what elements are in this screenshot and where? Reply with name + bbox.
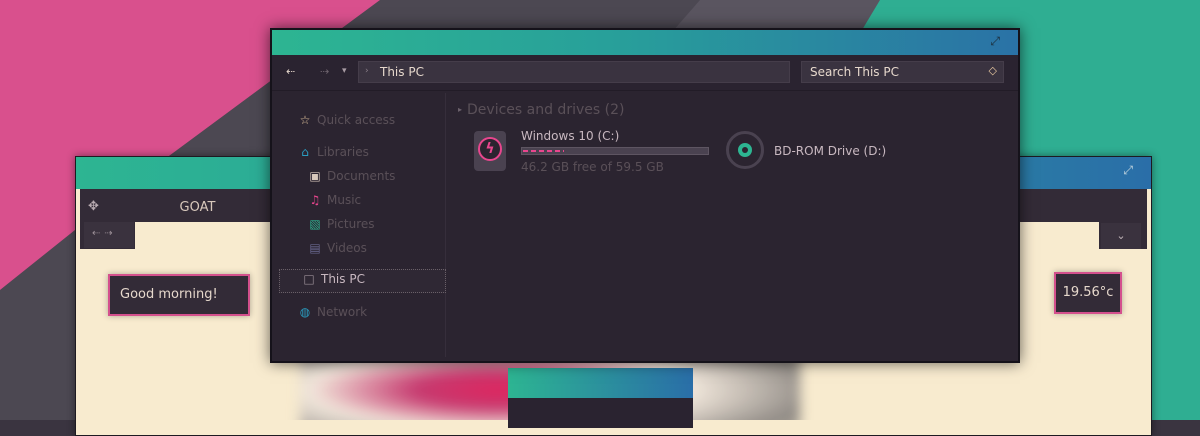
search-icon[interactable]: ◇ [989,64,997,77]
sidebar-item-label: Network [317,305,368,319]
sidebar-item-label: Music [327,193,362,207]
sidebar-item-this-pc[interactable]: □ This PC [279,269,446,293]
maximize-icon[interactable]: ⤢ [1123,163,1133,178]
music-icon: ♫ [309,193,321,207]
sidebar-item-label: Quick access [317,113,396,127]
chevron-down-icon[interactable]: ⌄ [1101,223,1141,249]
hard-drive-icon: ϟ [474,131,506,171]
address-bar[interactable]: › This PC [358,61,790,83]
search-input[interactable]: Search This PC ◇ [801,61,1004,83]
nav-buttons[interactable]: ⇠⇢ [84,222,134,248]
navigation-pane: ☆ Quick access ⌂ Libraries ▣ Documents ♫… [276,93,446,357]
sidebar-item-music[interactable]: ♫ Music [308,191,438,213]
disc-center [738,143,752,157]
title-bar[interactable] [508,368,693,398]
lightning-icon: ϟ [478,137,502,161]
maximize-icon[interactable]: ⤢ [990,34,1000,49]
document-icon: ▣ [309,169,321,183]
drive-item-c[interactable]: ϟ Windows 10 (C:) 46.2 GB free of 59.5 G… [474,129,714,177]
sidebar-item-pictures[interactable]: ▧ Pictures [308,215,438,237]
video-icon: ▤ [309,241,321,255]
greeting-widget: Good morning! [108,274,250,316]
navigation-toolbar: ⇠ ⇢ ▾ › This PC Search This PC ◇ [272,55,1018,91]
temperature-widget: 19.56°c [1054,272,1122,314]
drive-usage-fill [523,150,564,152]
drive-free-space: 46.2 GB free of 59.5 GB [521,160,664,174]
sidebar-item-label: Videos [327,241,367,255]
group-header[interactable]: ▸ Devices and drives (2) [458,102,624,118]
drive-usage-bar [521,147,709,155]
sidebar-item-quick-access[interactable]: ☆ Quick access [298,111,438,133]
chevron-down-icon[interactable]: ▾ [342,66,347,76]
drive-name: BD-ROM Drive (D:) [774,144,887,158]
chevron-right-icon[interactable]: › [365,66,369,76]
sidebar-item-label: Pictures [327,217,375,231]
network-icon: ◍ [299,305,311,319]
sidebar-item-network[interactable]: ◍ Network [298,303,438,325]
arrow-right-icon[interactable]: ⇢ [320,65,329,78]
sidebar-item-videos[interactable]: ▤ Videos [308,239,438,261]
picture-icon: ▧ [309,217,321,231]
star-icon: ☆ [299,113,311,127]
small-window[interactable] [508,368,693,428]
content-pane: ▸ Devices and drives (2) ϟ Windows 10 (C:… [450,93,1014,357]
arrow-left-icon[interactable]: ⇠ [286,65,295,78]
drive-item-d[interactable]: BD-ROM Drive (D:) [726,131,906,175]
search-placeholder[interactable]: Search This PC [810,65,899,79]
optical-drive-icon [726,131,764,169]
library-icon: ⌂ [301,145,309,159]
address-text[interactable]: This PC [380,65,424,79]
drive-name: Windows 10 (C:) [521,129,620,143]
sidebar-item-documents[interactable]: ▣ Documents [308,167,438,189]
sidebar-item-label: This PC [321,272,365,286]
file-explorer-window[interactable]: ⤢ ⇠ ⇢ ▾ › This PC Search This PC ◇ ☆ Qui… [270,28,1020,363]
computer-icon: □ [303,272,315,286]
group-title: Devices and drives (2) [467,102,625,118]
chevron-right-icon: ▸ [458,105,463,114]
sidebar-item-label: Documents [327,169,396,183]
sidebar-item-libraries[interactable]: ⌂ Libraries [298,143,438,165]
title-bar[interactable]: ⤢ [272,30,1018,55]
sidebar-item-label: Libraries [317,145,369,159]
